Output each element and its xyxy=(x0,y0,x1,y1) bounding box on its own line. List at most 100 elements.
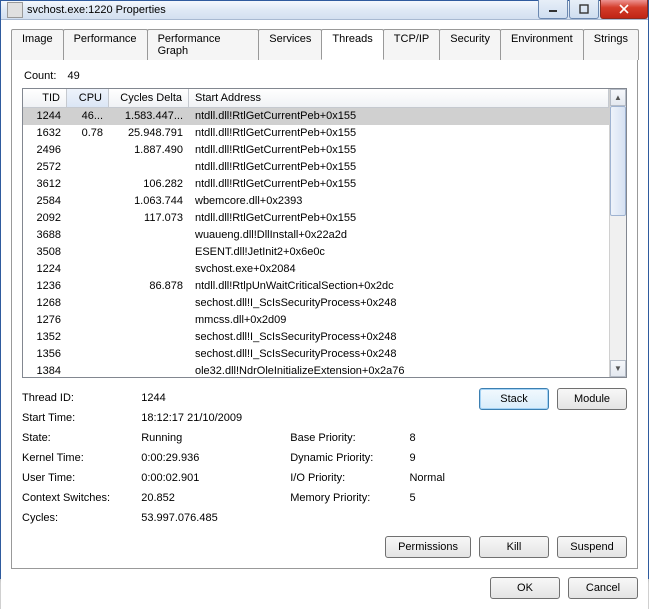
kill-button[interactable]: Kill xyxy=(479,536,549,558)
cell-addr: ole32.dll!NdrOleInitializeExtension+0x2a… xyxy=(189,363,609,377)
ok-button[interactable]: OK xyxy=(490,577,560,599)
cell-tid: 1224 xyxy=(23,261,67,278)
tab-security[interactable]: Security xyxy=(439,29,501,60)
cell-cpu xyxy=(67,295,109,312)
titlebar[interactable]: svchost.exe:1220 Properties xyxy=(1,1,648,20)
cell-cpu xyxy=(67,176,109,193)
label-cycles: Cycles: xyxy=(22,508,141,528)
cell-cyc xyxy=(109,261,189,278)
cell-addr: ntdll.dll!RtlGetCurrentPeb+0x155 xyxy=(189,210,609,227)
col-cpu[interactable]: CPU xyxy=(67,89,109,107)
cell-tid: 1244 xyxy=(23,108,67,125)
vertical-scrollbar[interactable]: ▲ ▼ xyxy=(609,89,626,377)
tab-services[interactable]: Services xyxy=(258,29,322,60)
cell-tid: 1632 xyxy=(23,125,67,142)
tab-environment[interactable]: Environment xyxy=(500,29,584,60)
scroll-up-button[interactable]: ▲ xyxy=(610,89,626,106)
value-cycles: 53.997.076.485 xyxy=(141,508,290,528)
table-row[interactable]: 16320.7825.948.791ntdll.dll!RtlGetCurren… xyxy=(23,125,609,142)
cell-cpu xyxy=(67,210,109,227)
cell-cyc: 106.282 xyxy=(109,176,189,193)
table-row[interactable]: 1224svchost.exe+0x2084 xyxy=(23,261,609,278)
table-row[interactable]: 1268sechost.dll!I_ScIsSecurityProcess+0x… xyxy=(23,295,609,312)
cell-cpu xyxy=(67,193,109,210)
cell-cyc: 86.878 xyxy=(109,278,189,295)
scroll-thumb[interactable] xyxy=(610,106,626,216)
module-button[interactable]: Module xyxy=(557,388,627,410)
cell-tid: 3508 xyxy=(23,244,67,261)
cell-cyc xyxy=(109,329,189,346)
tab-threads[interactable]: Threads xyxy=(321,29,383,60)
table-row[interactable]: 2092117.073ntdll.dll!RtlGetCurrentPeb+0x… xyxy=(23,210,609,227)
value-state: Running xyxy=(141,428,290,448)
table-row[interactable]: 25841.063.744wbemcore.dll+0x2393 xyxy=(23,193,609,210)
cell-tid: 1276 xyxy=(23,312,67,329)
table-row[interactable]: 1384ole32.dll!NdrOleInitializeExtension+… xyxy=(23,363,609,377)
close-icon xyxy=(618,4,630,14)
table-row[interactable]: 3688 wuaueng.dll!DllInstall+0x22a2d xyxy=(23,227,609,244)
cell-tid: 1268 xyxy=(23,295,67,312)
table-row[interactable]: 124446...1.583.447...ntdll.dll!RtlGetCur… xyxy=(23,108,609,125)
table-row[interactable]: 1356sechost.dll!I_ScIsSecurityProcess+0x… xyxy=(23,346,609,363)
table-row[interactable]: 1276mmcss.dll+0x2d09 xyxy=(23,312,609,329)
table-row[interactable]: 123686.878ntdll.dll!RtlpUnWaitCriticalSe… xyxy=(23,278,609,295)
table-row[interactable]: 3612 106.282ntdll.dll!RtlGetCurrentPeb+0x… xyxy=(23,176,609,193)
cell-tid: 3688 xyxy=(23,227,67,244)
cell-tid: 2572 xyxy=(23,159,67,176)
table-row[interactable]: 2572 ntdll.dll!RtlGetCurrentPeb+0x155 xyxy=(23,159,609,176)
cell-cyc xyxy=(109,363,189,377)
tab-strip: Image Performance Performance Graph Serv… xyxy=(11,28,638,60)
thread-details: Thread ID: Start Time: State: Kernel Tim… xyxy=(22,388,627,528)
scroll-track[interactable] xyxy=(610,106,626,360)
app-icon xyxy=(7,2,23,18)
close-button[interactable] xyxy=(600,0,648,19)
cell-cyc xyxy=(109,244,189,261)
label-base-priority: Base Priority: xyxy=(290,428,409,448)
suspend-button[interactable]: Suspend xyxy=(557,536,627,558)
col-start-address[interactable]: Start Address xyxy=(189,89,609,107)
table-body[interactable]: 124446...1.583.447...ntdll.dll!RtlGetCur… xyxy=(23,108,609,377)
count-line: Count: 49 xyxy=(24,70,627,82)
table-header: TID CPU Cycles Delta Start Address xyxy=(23,89,609,108)
cell-cpu xyxy=(67,312,109,329)
cell-cpu xyxy=(67,363,109,377)
cell-cyc: 117.073 xyxy=(109,210,189,227)
tab-performance[interactable]: Performance xyxy=(63,29,148,60)
tab-strings[interactable]: Strings xyxy=(583,29,639,60)
cell-addr: ntdll.dll!RtlGetCurrentPeb+0x155 xyxy=(189,159,609,176)
cell-cpu xyxy=(67,329,109,346)
cell-cpu xyxy=(67,244,109,261)
tab-performance-graph[interactable]: Performance Graph xyxy=(147,29,260,60)
label-memory-priority: Memory Priority: xyxy=(290,488,409,508)
cell-addr: sechost.dll!I_ScIsSecurityProcess+0x248 xyxy=(189,329,609,346)
cell-cpu xyxy=(67,261,109,278)
scroll-down-button[interactable]: ▼ xyxy=(610,360,626,377)
cell-tid: 1236 xyxy=(23,278,67,295)
cell-cyc: 1.583.447... xyxy=(109,108,189,125)
col-tid[interactable]: TID xyxy=(23,89,67,107)
cell-addr: ntdll.dll!RtlGetCurrentPeb+0x155 xyxy=(189,176,609,193)
tab-image[interactable]: Image xyxy=(11,29,64,60)
maximize-button[interactable] xyxy=(569,0,599,19)
label-kernel-time: Kernel Time: xyxy=(22,448,141,468)
stack-button[interactable]: Stack xyxy=(479,388,549,410)
minimize-button[interactable] xyxy=(538,0,568,19)
cell-addr: wuaueng.dll!DllInstall+0x22a2d xyxy=(189,227,609,244)
permissions-button[interactable]: Permissions xyxy=(385,536,471,558)
table-row[interactable]: 24961.887.490ntdll.dll!RtlGetCurrentPeb+… xyxy=(23,142,609,159)
value-start-time: 18:12:17 21/10/2009 xyxy=(141,408,290,428)
tab-tcpip[interactable]: TCP/IP xyxy=(383,29,440,60)
value-kernel-time: 0:00:29.936 xyxy=(141,448,290,468)
cell-tid: 3612 xyxy=(23,176,67,193)
label-thread-id: Thread ID: xyxy=(22,388,141,408)
cell-tid: 1352 xyxy=(23,329,67,346)
cell-cpu: 0.78 xyxy=(67,125,109,142)
count-label: Count: xyxy=(24,70,56,82)
col-cycles-delta[interactable]: Cycles Delta xyxy=(109,89,189,107)
cancel-button[interactable]: Cancel xyxy=(568,577,638,599)
table-row[interactable]: 3508ESENT.dll!JetInit2+0x6e0c xyxy=(23,244,609,261)
cell-cyc xyxy=(109,312,189,329)
table-row[interactable]: 1352 sechost.dll!I_ScIsSecurityProcess+0x… xyxy=(23,329,609,346)
label-dynamic-priority: Dynamic Priority: xyxy=(290,448,409,468)
cell-addr: sechost.dll!I_ScIsSecurityProcess+0x248 xyxy=(189,346,609,363)
